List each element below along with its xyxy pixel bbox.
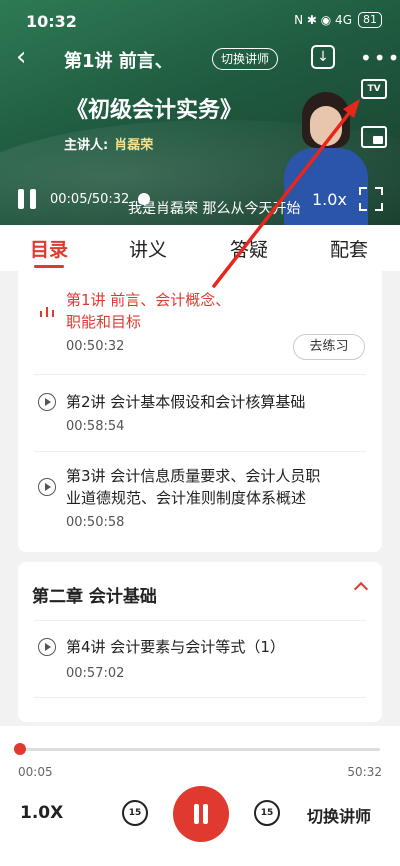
lesson-3-duration: 00:50:58	[66, 515, 125, 530]
divider	[34, 451, 366, 452]
status-icons: N ✱ ◉ 4G 81	[294, 12, 382, 28]
audio-player-bar: 00:05 50:32 1.0X 15 15 切换讲师	[0, 726, 400, 866]
status-time: 10:32	[26, 12, 77, 31]
video-speed-button[interactable]: 1.0x	[312, 190, 347, 209]
progress-handle[interactable]	[14, 743, 26, 755]
lesson-4-title: 第4讲 会计要素与会计等式（1）	[66, 638, 285, 656]
now-playing-icon	[40, 307, 54, 317]
tab-handout[interactable]: 讲义	[129, 235, 167, 262]
app-screen: 10:32 N ✱ ◉ 4G 81 ‹ 第1讲 前言、 切换讲师 ↓ ••• T…	[0, 0, 400, 866]
pause-button[interactable]	[173, 786, 229, 842]
lecturer-info: 主讲人: 肖磊荣	[64, 134, 153, 153]
progress-track[interactable]	[20, 748, 380, 751]
video-time-readout: 00:05/50:32	[50, 192, 130, 207]
lesson-item-3[interactable]: 第3讲 会计信息质量要求、会计人员职 业道德规范、会计准则制度体系概述 00:5…	[34, 465, 366, 545]
video-pause-icon[interactable]	[18, 189, 36, 209]
more-options-icon[interactable]: •••	[360, 46, 400, 70]
lesson-3-title-line2: 业道德规范、会计准则制度体系概述	[66, 489, 307, 507]
lesson-3-title: 第3讲 会计信息质量要求、会计人员职 业道德规范、会计准则制度体系概述	[66, 465, 320, 509]
playback-speed-button[interactable]: 1.0X	[20, 803, 63, 823]
current-time: 00:05	[18, 765, 53, 779]
rewind-15-icon[interactable]: 15	[122, 800, 148, 826]
play-circle-icon	[38, 393, 56, 411]
back-arrow-icon[interactable]: ‹	[16, 44, 42, 70]
lesson-3-title-line1: 第3讲 会计信息质量要求、会计人员职	[66, 467, 321, 485]
forward-15-icon[interactable]: 15	[254, 800, 280, 826]
lesson-1-title-line1: 第1讲 前言、会计概念、	[66, 291, 231, 309]
play-circle-icon	[38, 638, 56, 656]
status-bar: 10:32 N ✱ ◉ 4G 81	[0, 0, 400, 40]
video-lesson-title: 第1讲 前言、	[64, 51, 173, 72]
tab-materials[interactable]: 配套	[330, 235, 368, 262]
status-icons-text: N ✱ ◉ 4G	[294, 13, 352, 27]
presenter-face	[310, 106, 342, 146]
switch-lecturer-button[interactable]: 切换讲师	[307, 803, 371, 827]
lesson-2-duration: 00:58:54	[66, 419, 125, 434]
tab-catalog[interactable]: 目录	[30, 235, 68, 262]
lesson-item-2[interactable]: 第2讲 会计基本假设和会计核算基础 00:58:54	[34, 391, 366, 451]
video-subtitle: 我是肖磊荣 那么从今天开始	[128, 201, 301, 217]
divider	[34, 697, 366, 698]
download-icon[interactable]: ↓	[311, 45, 335, 69]
lesson-item-4[interactable]: 第4讲 会计要素与会计等式（1） 00:57:02	[34, 636, 366, 696]
play-circle-icon	[38, 478, 56, 496]
lesson-1-duration: 00:50:32	[66, 339, 125, 354]
tab-qa[interactable]: 答疑	[230, 235, 268, 262]
chapter-2-card: 第二章 会计基础 第4讲 会计要素与会计等式（1） 00:57:02	[18, 562, 382, 722]
lesson-4-duration: 00:57:02	[66, 666, 125, 681]
video-player[interactable]: 10:32 N ✱ ◉ 4G 81 ‹ 第1讲 前言、 切换讲师 ↓ ••• T…	[0, 0, 400, 225]
lecturer-label: 主讲人:	[64, 138, 109, 153]
fullscreen-icon[interactable]	[359, 187, 383, 211]
lesson-2-title: 第2讲 会计基本假设和会计核算基础	[66, 393, 306, 411]
lecturer-name: 肖磊荣	[114, 138, 154, 153]
total-time: 50:32	[347, 765, 382, 779]
divider	[34, 374, 366, 375]
chevron-up-icon[interactable]	[353, 581, 369, 597]
battery-indicator: 81	[358, 12, 382, 28]
chapter-2-title[interactable]: 第二章 会计基础	[32, 582, 157, 607]
switch-lecturer-tag[interactable]: 切换讲师	[212, 48, 279, 70]
practice-button[interactable]: 去练习	[293, 334, 365, 360]
chapter-1-card: 第1讲 前言、会计概念、 职能和目标 00:50:32 去练习 第2讲 会计基本…	[18, 271, 382, 552]
lesson-1-title-line2: 职能和目标	[66, 313, 142, 331]
lesson-item-1[interactable]: 第1讲 前言、会计概念、 职能和目标 00:50:32 去练习	[34, 289, 366, 377]
course-book-title: 《初级会计实务》	[66, 97, 243, 123]
lesson-1-title: 第1讲 前言、会计概念、 职能和目标	[66, 289, 230, 333]
content-tabs: 目录 讲义 答疑 配套	[0, 225, 400, 271]
divider	[34, 620, 366, 621]
active-tab-underline	[34, 265, 64, 268]
